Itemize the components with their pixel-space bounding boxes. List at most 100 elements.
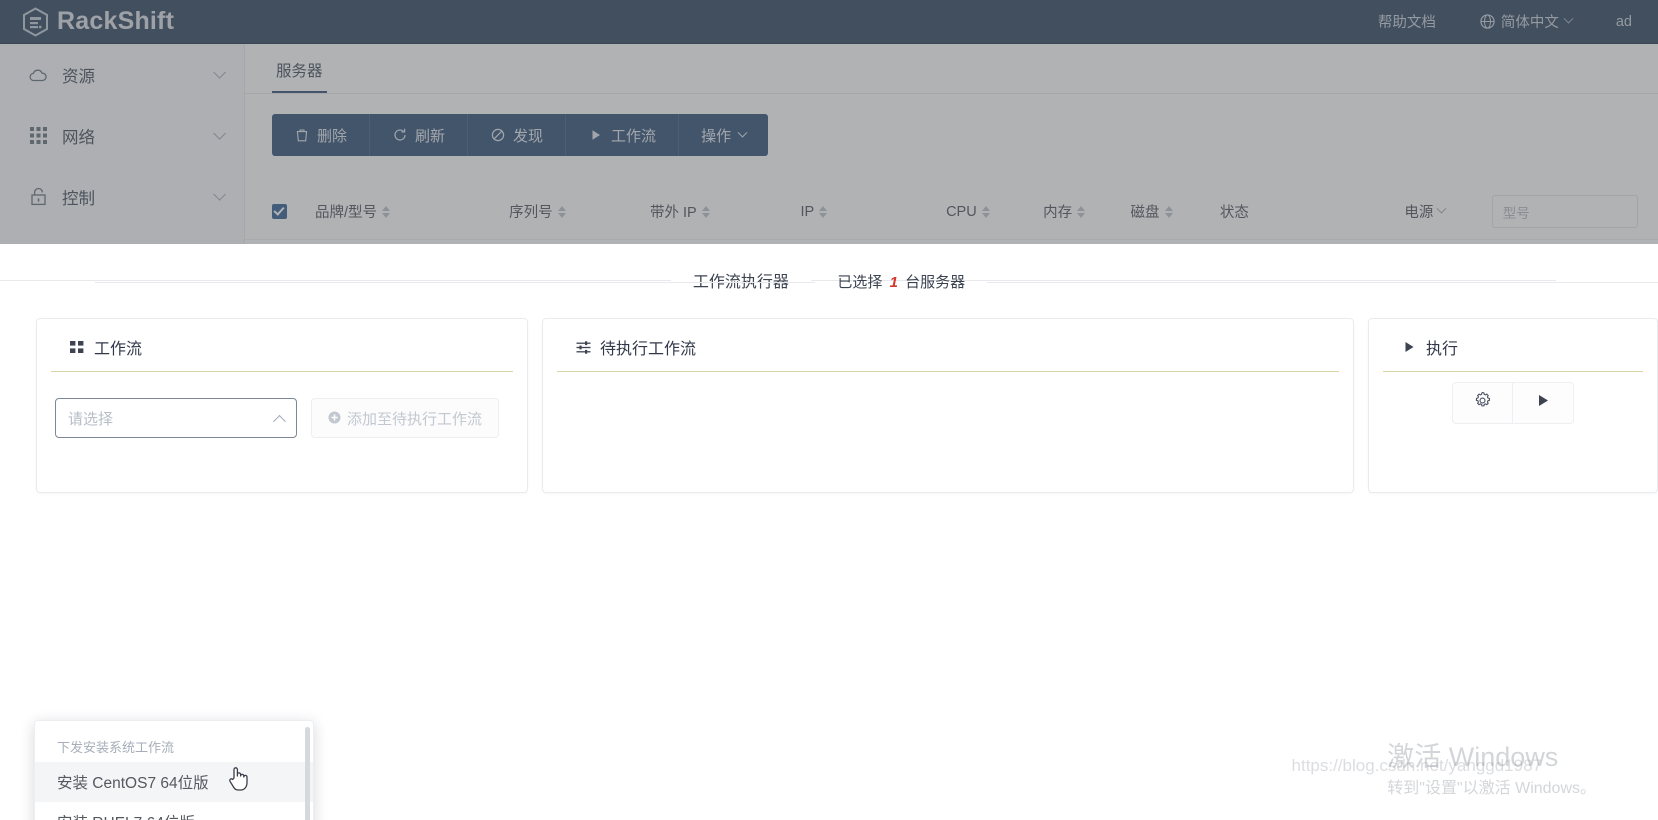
column-label: 带外 IP xyxy=(649,205,697,221)
dropdown-item-install-centos7[interactable]: 安装 CentOS7 64位版 xyxy=(35,762,313,802)
workflow-executor-modal: 工作流执行器 已选择 1 台服务器 工作流 请选择 添加至待执行工作流 待执行工… xyxy=(0,244,1658,820)
column-header-oob-ip[interactable]: 带外 IP xyxy=(650,201,800,222)
column-label: 内存 xyxy=(1043,205,1073,221)
column-header-cpu[interactable]: CPU xyxy=(946,204,1043,220)
delete-button-label: 删除 xyxy=(317,127,348,145)
execute-button-group xyxy=(1452,382,1574,424)
workflow-button[interactable]: 工作流 xyxy=(566,114,680,156)
column-label: 电源 xyxy=(1404,205,1434,221)
sidebar-item-network[interactable]: 网络 xyxy=(0,105,244,166)
selected-count: 1 xyxy=(889,274,898,291)
sort-icon xyxy=(1164,205,1173,218)
column-header-disk[interactable]: 磁盘 xyxy=(1131,201,1220,222)
language-label: 简体中文 xyxy=(1500,15,1559,31)
delete-button[interactable]: 删除 xyxy=(272,114,371,156)
trash-icon xyxy=(294,128,309,143)
add-to-pending-button[interactable]: 添加至待执行工作流 xyxy=(311,398,500,438)
top-header-bar: RackShift 帮助文档 简体中文 ad xyxy=(0,0,1658,44)
help-doc-link[interactable]: 帮助文档 xyxy=(1356,0,1458,44)
column-label: 磁盘 xyxy=(1130,205,1160,221)
card-workflow-title: 工作流 xyxy=(94,341,143,358)
modal-subtitle: 已选择 1 台服务器 xyxy=(96,271,1658,292)
refresh-button-label: 刷新 xyxy=(415,127,446,145)
help-doc-label: 帮助文档 xyxy=(1377,15,1436,31)
globe-icon xyxy=(1480,14,1495,29)
play-icon xyxy=(588,128,603,143)
column-label: 品牌/型号 xyxy=(315,205,378,221)
select-all-checkbox[interactable] xyxy=(272,204,287,219)
card-pending-title: 待执行工作流 xyxy=(600,341,697,358)
brand-name: RackShift xyxy=(57,7,175,35)
column-header-brand-model[interactable]: 品牌/型号 xyxy=(315,201,509,222)
discover-button[interactable]: 发现 xyxy=(468,114,567,156)
gear-icon xyxy=(1473,391,1492,415)
column-header-memory[interactable]: 内存 xyxy=(1043,201,1130,222)
brand-logo-area[interactable]: RackShift xyxy=(0,6,175,37)
table-header-row: 品牌/型号 序列号 带外 IP IP CPU 内存 磁盘 状态 电源 型号 xyxy=(245,184,1658,240)
action-toolbar: 删除 刷新 发现 工作流 操作 xyxy=(245,94,1658,156)
card-pending-body xyxy=(543,372,1353,458)
column-header-ip[interactable]: IP xyxy=(800,204,946,220)
card-execute: 执行 xyxy=(1368,318,1658,493)
card-pending-workflows: 待执行工作流 xyxy=(542,318,1354,493)
sidebar-item-resources[interactable]: 资源 xyxy=(0,44,244,105)
sidebar-item-label: 控制 xyxy=(62,189,95,208)
workflow-select[interactable]: 请选择 xyxy=(55,398,297,438)
lock-icon xyxy=(28,187,48,207)
card-workflow: 工作流 请选择 添加至待执行工作流 xyxy=(36,318,528,493)
dropdown-group-label: 下发安装系统工作流 xyxy=(57,740,175,755)
card-execute-title: 执行 xyxy=(1426,341,1459,358)
settings-button[interactable] xyxy=(1453,383,1513,423)
search-placeholder: 型号 xyxy=(1502,205,1530,221)
refresh-icon xyxy=(392,128,407,143)
hexagon-server-icon xyxy=(22,6,49,37)
card-pending-header: 待执行工作流 xyxy=(557,319,1339,372)
modal-cards: 工作流 请选择 添加至待执行工作流 待执行工作流 执行 xyxy=(0,292,1658,493)
chevron-down-icon xyxy=(213,127,226,140)
column-header-serial[interactable]: 序列号 xyxy=(509,201,650,222)
sort-icon xyxy=(1077,205,1086,218)
column-label: 序列号 xyxy=(509,205,553,221)
card-workflow-header: 工作流 xyxy=(51,319,513,372)
sidebar-item-label: 网络 xyxy=(62,128,95,147)
sidebar-item-label: 资源 xyxy=(62,67,95,86)
chevron-down-icon xyxy=(213,188,226,201)
refresh-button[interactable]: 刷新 xyxy=(370,114,469,156)
sort-icon xyxy=(557,205,566,218)
language-switcher[interactable]: 简体中文 xyxy=(1458,0,1594,44)
model-search-input[interactable]: 型号 xyxy=(1491,195,1638,228)
card-workflow-body: 请选择 添加至待执行工作流 xyxy=(37,372,527,462)
chevron-down-icon xyxy=(1563,13,1574,24)
user-menu[interactable]: ad xyxy=(1594,0,1654,44)
content-tabs: 服务器 xyxy=(245,44,1658,94)
column-header-status[interactable]: 状态 xyxy=(1220,201,1404,222)
dropdown-scrollbar[interactable] xyxy=(305,727,310,820)
column-header-power[interactable]: 电源 xyxy=(1404,201,1491,222)
workflow-button-label: 工作流 xyxy=(611,127,657,145)
operations-button-label: 操作 xyxy=(701,127,732,145)
subtitle-prefix: 已选择 xyxy=(837,274,883,291)
chevron-up-icon xyxy=(273,414,286,428)
plus-circle-icon xyxy=(328,411,342,425)
header-actions: 帮助文档 简体中文 ad xyxy=(1356,0,1658,44)
workflow-dropdown: 下发安装系统工作流 安装 CentOS7 64位版 安装 RHEL7 64位版 … xyxy=(34,720,314,820)
discover-button-label: 发现 xyxy=(513,127,544,145)
card-execute-header: 执行 xyxy=(1383,319,1643,372)
modal-title: 工作流执行器 xyxy=(0,268,1557,292)
cloud-icon xyxy=(28,65,48,85)
app-root: RackShift 帮助文档 简体中文 ad 资源 网络 控制 服务器 删除 刷… xyxy=(0,0,1658,820)
column-label: CPU xyxy=(946,203,977,220)
sliders-icon xyxy=(575,339,591,355)
chevron-down-icon xyxy=(1436,203,1447,214)
operations-menu-button[interactable]: 操作 xyxy=(679,114,768,156)
dropdown-item-install-rhel7[interactable]: 安装 RHEL7 64位版 xyxy=(35,802,313,820)
dropdown-list: 下发安装系统工作流 安装 CentOS7 64位版 安装 RHEL7 64位版 … xyxy=(35,721,313,820)
tab-servers[interactable]: 服务器 xyxy=(272,59,327,93)
card-execute-body xyxy=(1369,372,1657,448)
play-icon xyxy=(1536,393,1550,413)
ban-icon xyxy=(490,128,505,143)
run-button[interactable] xyxy=(1513,383,1573,423)
column-label: IP xyxy=(800,203,815,220)
chevron-down-icon xyxy=(213,66,226,79)
sidebar-item-control[interactable]: 控制 xyxy=(0,166,244,227)
